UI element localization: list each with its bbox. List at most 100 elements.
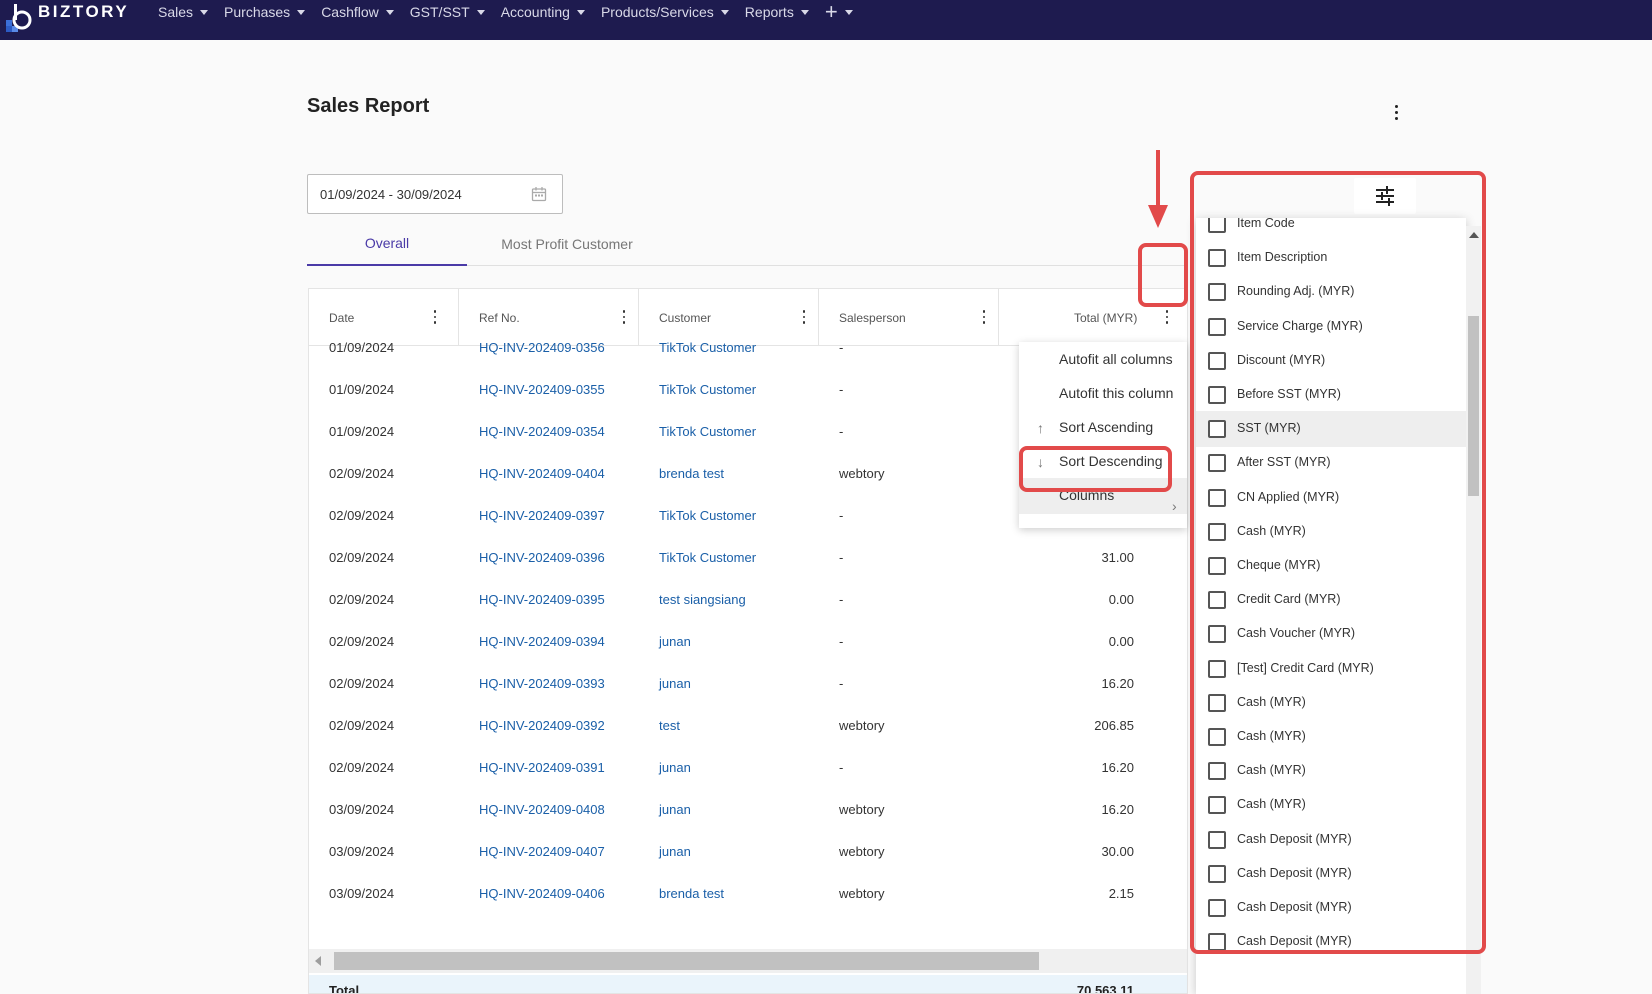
- nav-item-reports[interactable]: Reports: [745, 4, 809, 20]
- column-option[interactable]: Cash Deposit (MYR): [1196, 822, 1466, 858]
- column-option[interactable]: Cash (MYR): [1196, 719, 1466, 755]
- cell-ref-no-link[interactable]: HQ-INV-202409-0407: [479, 844, 605, 859]
- column-option[interactable]: Credit Card (MYR): [1196, 582, 1466, 618]
- checkbox[interactable]: [1208, 386, 1226, 404]
- header-date[interactable]: Date: [309, 289, 459, 346]
- column-menu-icon[interactable]: [428, 309, 442, 325]
- menu-item-sort-descending[interactable]: ↓ Sort Descending: [1019, 444, 1187, 480]
- column-menu-icon[interactable]: [977, 309, 991, 325]
- table-row[interactable]: 02/09/2024 HQ-INV-202409-0394 junan - 0.00: [309, 634, 1187, 677]
- checkbox[interactable]: [1208, 591, 1226, 610]
- scrollbar-thumb[interactable]: [1468, 316, 1479, 496]
- nav-item-cashflow[interactable]: Cashflow: [321, 4, 394, 20]
- cell-customer-link[interactable]: TikTok Customer: [659, 550, 756, 565]
- column-menu-icon[interactable]: [617, 309, 631, 325]
- cell-ref-no-link[interactable]: HQ-INV-202409-0404: [479, 466, 605, 481]
- cell-customer-link[interactable]: junan: [659, 844, 691, 859]
- checkbox[interactable]: [1208, 249, 1226, 268]
- tab-overall[interactable]: Overall: [307, 222, 467, 266]
- cell-customer-link[interactable]: TikTok Customer: [659, 508, 756, 523]
- cell-customer-link[interactable]: junan: [659, 802, 691, 817]
- checkbox[interactable]: [1208, 283, 1226, 302]
- column-option[interactable]: Cheque (MYR): [1196, 548, 1466, 584]
- column-option[interactable]: Cash (MYR): [1196, 685, 1466, 721]
- cell-customer-link[interactable]: brenda test: [659, 466, 724, 481]
- horizontal-scrollbar[interactable]: [309, 949, 1187, 973]
- column-option[interactable]: CN Applied (MYR): [1196, 480, 1466, 516]
- checkbox[interactable]: [1208, 557, 1226, 575]
- column-option[interactable]: Item Code: [1196, 218, 1466, 242]
- cell-ref-no-link[interactable]: HQ-INV-202409-0354: [479, 424, 605, 439]
- header-customer[interactable]: Customer: [639, 289, 819, 346]
- cell-ref-no-link[interactable]: HQ-INV-202409-0394: [479, 634, 605, 649]
- checkbox[interactable]: [1208, 420, 1226, 439]
- cell-customer-link[interactable]: TikTok Customer: [659, 382, 756, 397]
- menu-item-sort-ascending[interactable]: ↑ Sort Ascending: [1019, 410, 1187, 446]
- menu-item-autofit-all-columns[interactable]: Autofit all columns: [1019, 342, 1187, 378]
- checkbox[interactable]: [1208, 522, 1226, 541]
- cell-customer-link[interactable]: TikTok Customer: [659, 424, 756, 439]
- cell-ref-no-link[interactable]: HQ-INV-202409-0393: [479, 676, 605, 691]
- column-option[interactable]: Item Description: [1196, 240, 1466, 276]
- checkbox[interactable]: [1208, 488, 1226, 507]
- header-total[interactable]: Total (MYR): [999, 289, 1187, 346]
- column-settings-button[interactable]: [1354, 178, 1416, 214]
- scroll-left-icon[interactable]: [315, 956, 321, 966]
- checkbox[interactable]: [1208, 728, 1226, 746]
- table-row[interactable]: 03/09/2024 HQ-INV-202409-0407 junan webtory…: [309, 844, 1187, 887]
- cell-customer-link[interactable]: junan: [659, 634, 691, 649]
- tab-most-profit-customer[interactable]: Most Profit Customer: [467, 222, 667, 266]
- cell-ref-no-link[interactable]: HQ-INV-202409-0406: [479, 886, 605, 901]
- cell-ref-no-link[interactable]: HQ-INV-202409-0355: [479, 382, 605, 397]
- checkbox[interactable]: [1208, 659, 1226, 678]
- column-option[interactable]: Cash (MYR): [1196, 514, 1466, 550]
- cell-ref-no-link[interactable]: HQ-INV-202409-0395: [479, 592, 605, 607]
- table-row[interactable]: 03/09/2024 HQ-INV-202409-0406 brenda test w…: [309, 886, 1187, 929]
- table-row[interactable]: 02/09/2024 HQ-INV-202409-0396 TikTok Custo…: [309, 550, 1187, 593]
- nav-item-gst-sst[interactable]: GST/SST: [410, 4, 485, 20]
- table-row[interactable]: 03/09/2024 HQ-INV-202409-0408 junan webtory…: [309, 802, 1187, 845]
- cell-customer-link[interactable]: test: [659, 718, 680, 733]
- cell-customer-link[interactable]: TikTok Customer: [659, 340, 756, 355]
- column-option[interactable]: [Test] Credit Card (MYR): [1196, 651, 1466, 687]
- nav-item-add[interactable]: +: [825, 1, 853, 23]
- brand-logo[interactable]: BIZTORY: [0, 0, 140, 40]
- column-menu-icon[interactable]: [797, 309, 811, 325]
- column-option[interactable]: After SST (MYR): [1196, 445, 1466, 481]
- checkbox[interactable]: [1208, 218, 1226, 233]
- checkbox[interactable]: [1208, 933, 1226, 952]
- cell-ref-no-link[interactable]: HQ-INV-202409-0356: [479, 340, 605, 355]
- menu-item-columns[interactable]: Columns: [1019, 478, 1187, 514]
- column-option[interactable]: Cash (MYR): [1196, 787, 1466, 823]
- column-option[interactable]: Cash Deposit (MYR): [1196, 856, 1466, 892]
- checkbox[interactable]: [1208, 762, 1226, 781]
- column-option[interactable]: Cash Deposit (MYR): [1196, 924, 1466, 960]
- cell-customer-link[interactable]: junan: [659, 676, 691, 691]
- checkbox[interactable]: [1208, 317, 1226, 336]
- header-ref-no[interactable]: Ref No.: [459, 289, 639, 346]
- cell-ref-no-link[interactable]: HQ-INV-202409-0391: [479, 760, 605, 775]
- table-row[interactable]: 02/09/2024 HQ-INV-202409-0391 junan - 16.20: [309, 760, 1187, 803]
- calendar-icon[interactable]: [531, 186, 547, 202]
- cell-customer-link[interactable]: brenda test: [659, 886, 724, 901]
- checkbox[interactable]: [1208, 796, 1226, 815]
- cell-ref-no-link[interactable]: HQ-INV-202409-0396: [479, 550, 605, 565]
- column-option[interactable]: Cash (MYR): [1196, 753, 1466, 789]
- column-option[interactable]: SST (MYR): [1196, 411, 1466, 448]
- date-range-picker[interactable]: 01/09/2024 - 30/09/2024: [307, 174, 563, 214]
- checkbox[interactable]: [1208, 625, 1226, 644]
- column-option[interactable]: Before SST (MYR): [1196, 377, 1466, 413]
- checkbox[interactable]: [1208, 351, 1226, 370]
- cell-customer-link[interactable]: junan: [659, 760, 691, 775]
- header-salesperson[interactable]: Salesperson: [819, 289, 999, 346]
- checkbox[interactable]: [1208, 454, 1226, 473]
- table-row[interactable]: 02/09/2024 HQ-INV-202409-0393 junan - 16.20: [309, 676, 1187, 719]
- nav-item-sales[interactable]: Sales: [158, 4, 209, 20]
- column-option[interactable]: Service Charge (MYR): [1196, 309, 1466, 345]
- cell-ref-no-link[interactable]: HQ-INV-202409-0397: [479, 508, 605, 523]
- nav-item-purchases[interactable]: Purchases: [224, 4, 306, 20]
- cell-ref-no-link[interactable]: HQ-INV-202409-0392: [479, 718, 605, 733]
- checkbox[interactable]: [1208, 864, 1226, 883]
- menu-item-autofit-this-column[interactable]: Autofit this column: [1019, 376, 1187, 412]
- table-row[interactable]: 02/09/2024 HQ-INV-202409-0392 test webtory 2…: [309, 718, 1187, 761]
